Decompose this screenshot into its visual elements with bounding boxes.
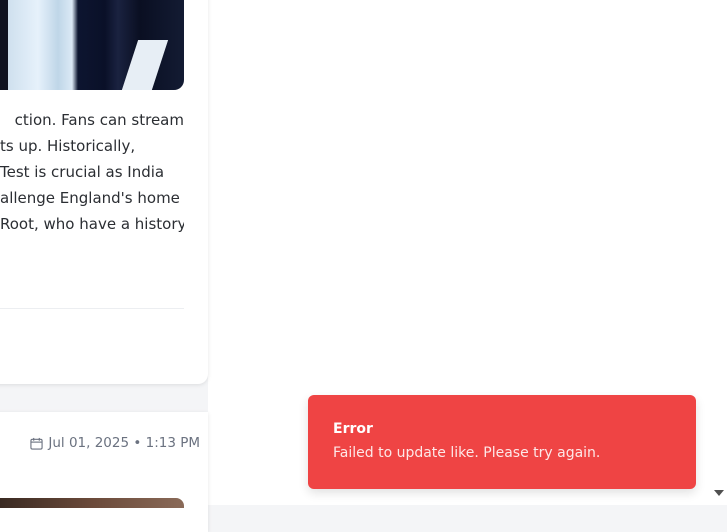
toast-title: Error bbox=[333, 421, 373, 437]
post-text-line: ction. Fans can stream bbox=[14, 111, 184, 129]
post-date: Jul 01, 2025 • 1:13 PM bbox=[30, 435, 200, 451]
card-divider bbox=[0, 308, 184, 309]
post-date-text: Jul 01, 2025 • 1:13 PM bbox=[48, 435, 200, 451]
scroll-down-arrow-icon[interactable] bbox=[714, 490, 724, 496]
toast-message: Failed to update like. Please try again. bbox=[333, 445, 601, 461]
post-card: ction. Fans can stream ts up. Historical… bbox=[0, 0, 208, 384]
calendar-icon bbox=[30, 437, 43, 450]
post-image[interactable] bbox=[0, 0, 184, 90]
post-text-line: ts up. Historically, bbox=[0, 137, 136, 155]
post-text-line: allenge England's home bbox=[0, 189, 180, 207]
post-card bbox=[0, 412, 208, 532]
post-text-line: Root, who have a history bbox=[0, 215, 184, 233]
error-toast[interactable]: Error Failed to update like. Please try … bbox=[308, 395, 696, 489]
post-text-line: Test is crucial as India bbox=[0, 163, 165, 181]
post-image[interactable] bbox=[0, 498, 184, 508]
post-body-text: ction. Fans can stream ts up. Historical… bbox=[0, 107, 184, 237]
scrollbar[interactable] bbox=[711, 0, 727, 505]
